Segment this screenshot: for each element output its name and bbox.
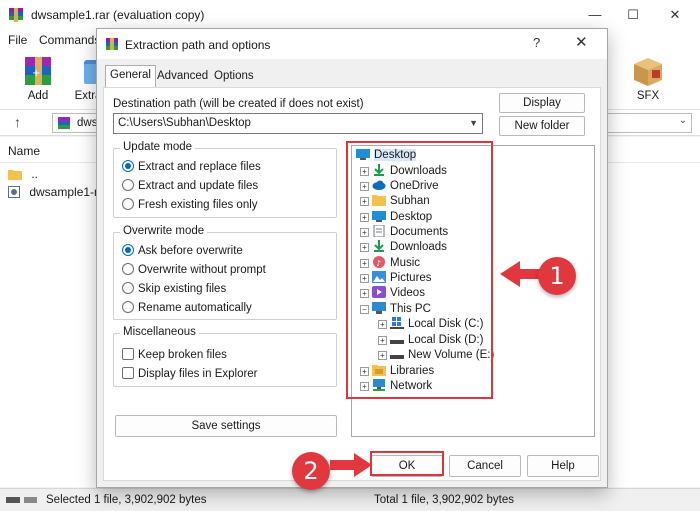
radio-fresh-existing[interactable]: Fresh existing files only <box>122 198 258 211</box>
checkbox-keep-broken[interactable]: Keep broken files <box>122 348 227 361</box>
radio-overwrite-without-prompt[interactable]: Overwrite without prompt <box>122 263 266 276</box>
up-arrow-icon[interactable]: ↑ <box>14 114 21 130</box>
cancel-button[interactable]: Cancel <box>449 455 521 477</box>
file-name: .. <box>31 167 39 181</box>
dialog-close-button[interactable]: ✕ <box>575 33 588 51</box>
option-label: Extract and update files <box>138 180 259 192</box>
option-label: Skip existing files <box>138 283 227 295</box>
radio-icon <box>122 282 134 294</box>
chevron-down-icon[interactable]: ▼ <box>469 114 478 133</box>
help-button[interactable]: Help <box>527 455 599 477</box>
window-close-button[interactable]: ✕ <box>660 4 690 26</box>
tab-options[interactable]: Options <box>210 67 258 87</box>
option-label: Overwrite without prompt <box>138 264 266 276</box>
list-item[interactable]: .. <box>8 167 38 181</box>
step-badge-2: 2 <box>292 452 330 490</box>
radio-icon <box>122 179 134 191</box>
svg-text:+: + <box>32 68 40 79</box>
status-total: Total 1 file, 3,902,902 bytes <box>374 494 515 506</box>
sfx-box-icon <box>634 58 662 86</box>
media-file-icon <box>8 186 20 198</box>
list-item[interactable]: dwsample1-m <box>8 185 104 199</box>
address-text: dws <box>77 117 98 129</box>
option-label: Fresh existing files only <box>138 199 258 211</box>
drive-status-icon <box>6 497 37 503</box>
option-label: Extract and replace files <box>138 161 261 173</box>
add-label: Add <box>27 90 49 102</box>
status-selected: Selected 1 file, 3,902,902 bytes <box>46 494 207 506</box>
radio-icon <box>122 301 134 313</box>
rar-file-icon <box>58 117 70 129</box>
option-label: Keep broken files <box>138 349 227 361</box>
update-mode-title: Update mode <box>120 141 196 153</box>
menu-file[interactable]: File <box>8 33 27 47</box>
tab-general[interactable]: General <box>105 65 156 88</box>
checkbox-icon <box>122 348 134 360</box>
overwrite-mode-group: Overwrite mode Ask before overwrite Over… <box>113 225 337 320</box>
checkbox-display-in-explorer[interactable]: Display files in Explorer <box>122 367 258 380</box>
radio-selected-icon <box>122 244 134 256</box>
radio-extract-update[interactable]: Extract and update files <box>122 179 258 192</box>
option-label: Display files in Explorer <box>138 368 258 380</box>
file-name: dwsample1-m <box>29 185 105 199</box>
arrow-right-icon <box>330 453 372 477</box>
destination-path-value: C:\Users\Subhan\Desktop <box>118 117 251 129</box>
status-bar: Selected 1 file, 3,902,902 bytes Total 1… <box>0 488 700 511</box>
column-header-name[interactable]: Name <box>8 144 40 158</box>
window-titlebar: dwsample1.rar (evaluation copy) — ☐ ✕ <box>0 0 700 30</box>
folder-up-icon <box>8 170 22 180</box>
checkbox-icon <box>122 367 134 379</box>
radio-extract-replace[interactable]: Extract and replace files <box>122 160 261 173</box>
destination-label: Destination path (will be created if doe… <box>113 98 364 110</box>
display-button[interactable]: Display <box>499 93 585 113</box>
tree-highlight-box <box>346 141 493 399</box>
window-title: dwsample1.rar (evaluation copy) <box>31 8 205 22</box>
dialog-title: Extraction path and options <box>125 38 271 52</box>
option-label: Rename automatically <box>138 302 252 314</box>
destination-path-input[interactable]: C:\Users\Subhan\Desktop ▼ <box>113 113 483 134</box>
update-mode-group: Update mode Extract and replace files Ex… <box>113 141 337 218</box>
option-label: Ask before overwrite <box>138 245 243 257</box>
radio-icon <box>122 198 134 210</box>
radio-rename-automatically[interactable]: Rename automatically <box>122 301 252 314</box>
step-badge-1: 1 <box>538 257 576 295</box>
dialog-titlebar: Extraction path and options ? ✕ <box>97 29 607 59</box>
minimize-button[interactable]: — <box>580 4 610 26</box>
radio-selected-icon <box>122 160 134 172</box>
add-archive-icon: + <box>25 57 51 85</box>
sfx-label: SFX <box>636 90 660 102</box>
tab-advanced[interactable]: Advanced <box>153 67 212 87</box>
add-button[interactable]: + Add <box>10 54 66 102</box>
radio-ask-before[interactable]: Ask before overwrite <box>122 244 243 257</box>
overwrite-mode-title: Overwrite mode <box>120 225 208 237</box>
radio-icon <box>122 263 134 275</box>
miscellaneous-title: Miscellaneous <box>120 326 199 338</box>
menu-commands[interactable]: Commands <box>39 33 100 47</box>
sfx-button[interactable]: SFX <box>620 54 676 102</box>
address-dropdown[interactable]: ⌄ <box>598 113 692 133</box>
maximize-button[interactable]: ☐ <box>618 4 648 26</box>
winrar-app-icon <box>106 38 118 50</box>
dialog-help-button[interactable]: ? <box>533 35 540 50</box>
winrar-app-icon <box>9 8 23 22</box>
chevron-down-icon: ⌄ <box>678 115 687 126</box>
save-settings-button[interactable]: Save settings <box>115 415 337 437</box>
ok-highlight-box <box>370 451 444 476</box>
miscellaneous-group: Miscellaneous Keep broken files Display … <box>113 326 337 387</box>
new-folder-button[interactable]: New folder <box>499 116 585 136</box>
radio-skip-existing[interactable]: Skip existing files <box>122 282 226 295</box>
